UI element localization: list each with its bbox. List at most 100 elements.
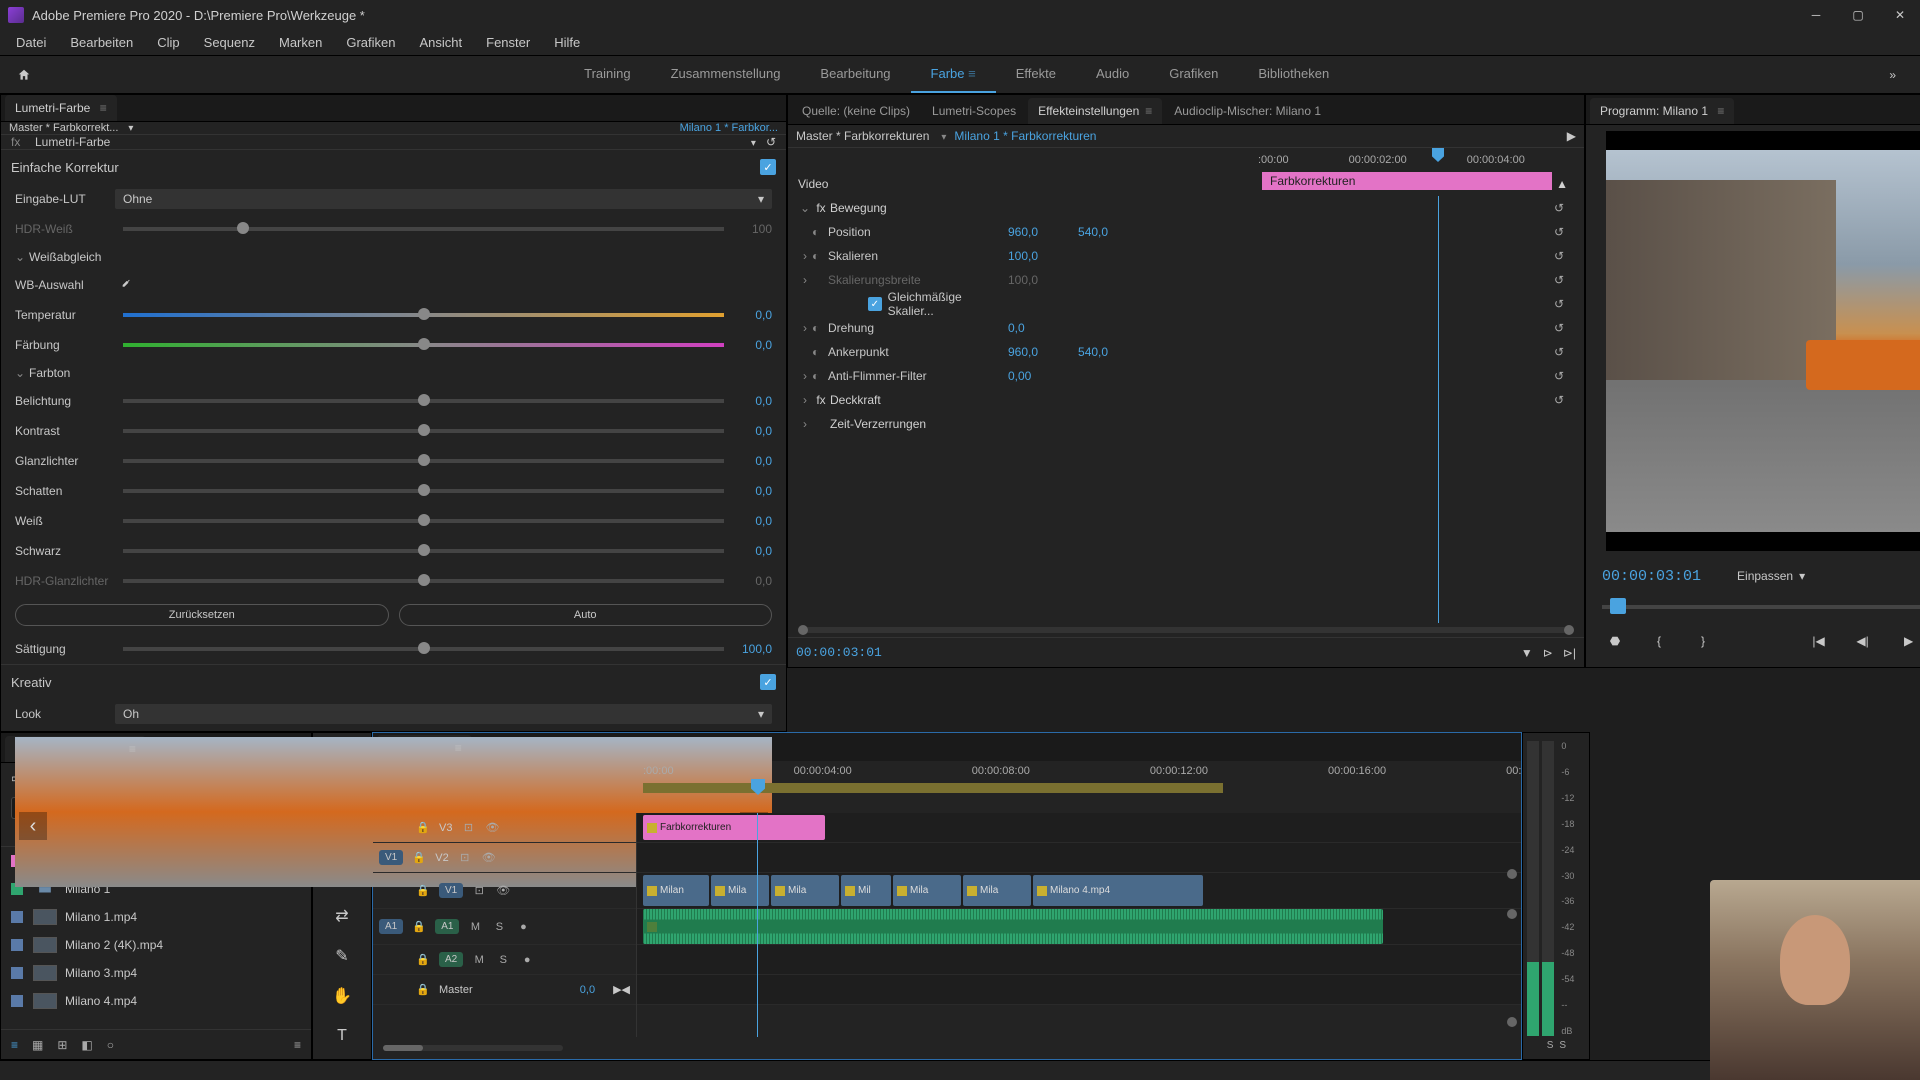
- ec-antiflicker-value[interactable]: 0,00: [1008, 369, 1031, 383]
- lum-shadows-value[interactable]: 0,0: [732, 484, 772, 498]
- sync-lock-icon[interactable]: ⊡: [471, 884, 487, 897]
- fx-badge-icon[interactable]: fx: [812, 393, 830, 407]
- eye-icon[interactable]: 👁: [495, 884, 511, 897]
- lum-sequence[interactable]: Milano 1 * Farbkor...: [680, 122, 778, 134]
- ec-clip-bar[interactable]: Farbkorrekturen: [1262, 172, 1552, 190]
- solo-button[interactable]: S: [491, 921, 507, 933]
- type-tool[interactable]: T: [327, 1021, 357, 1051]
- section-enable-checkbox[interactable]: ✓: [760, 674, 776, 690]
- fx-badge-icon[interactable]: fx: [812, 201, 830, 215]
- stopwatch-icon[interactable]: ◐: [812, 345, 828, 359]
- menu-ansicht[interactable]: Ansicht: [407, 31, 474, 54]
- timeline-clip[interactable]: Mil: [841, 875, 891, 906]
- section-enable-checkbox[interactable]: ✓: [760, 159, 776, 175]
- toggle-icon[interactable]: ›: [798, 417, 812, 431]
- ec-position-y[interactable]: 540,0: [1078, 225, 1108, 239]
- lum-look-dropdown[interactable]: Oh▾: [115, 704, 772, 724]
- program-scrubber[interactable]: [1602, 595, 1920, 619]
- lum-whitebalance-header[interactable]: ⌄Weißabgleich: [1, 244, 786, 270]
- meter-solo-l[interactable]: S: [1547, 1040, 1554, 1051]
- timeline-clip[interactable]: Mila: [893, 875, 961, 906]
- menu-grafiken[interactable]: Grafiken: [334, 31, 407, 54]
- timeline-clip-adjustment[interactable]: Farbkorrekturen: [643, 815, 825, 840]
- stopwatch-icon[interactable]: ◐: [812, 225, 828, 239]
- lum-tone-header[interactable]: ⌄Farbton: [1, 360, 786, 386]
- track-label-v3[interactable]: V3: [439, 822, 452, 834]
- timeline-ruler[interactable]: :00:00 00:00:04:00 00:00:08:00 00:00:12:…: [637, 761, 1521, 813]
- lum-saturation-value[interactable]: 100,0: [732, 642, 772, 656]
- freeform-view-icon[interactable]: ⊞: [57, 1038, 67, 1052]
- timeline-clip[interactable]: Mila: [771, 875, 839, 906]
- lum-blacks-value[interactable]: 0,0: [732, 544, 772, 558]
- home-icon[interactable]: [8, 59, 40, 91]
- project-item[interactable]: Milano 4.mp4: [1, 987, 311, 1015]
- track-label-v1[interactable]: V1: [439, 883, 463, 898]
- ec-motion[interactable]: Bewegung: [830, 201, 1010, 215]
- project-item[interactable]: Milano 1.mp4: [1, 903, 311, 931]
- menu-clip[interactable]: Clip: [145, 31, 191, 54]
- track-label-v2[interactable]: V2: [435, 852, 448, 864]
- toggle-icon[interactable]: ›: [798, 249, 812, 263]
- ec-master-clip[interactable]: Master * Farbkorrekturen: [796, 129, 929, 143]
- lum-highlights-value[interactable]: 0,0: [732, 454, 772, 468]
- timeline-clip[interactable]: Milan: [643, 875, 709, 906]
- track-label-a1[interactable]: A1: [435, 919, 459, 934]
- menu-datei[interactable]: Datei: [4, 31, 58, 54]
- ec-filter-icon[interactable]: ▼: [1521, 646, 1533, 660]
- meter-solo-r[interactable]: S: [1559, 1040, 1566, 1051]
- track-scroll-handle[interactable]: [1507, 1017, 1517, 1027]
- project-item[interactable]: Milano 2 (4K).mp4: [1, 931, 311, 959]
- menu-fenster[interactable]: Fenster: [474, 31, 542, 54]
- timeline-clip[interactable]: Mila: [963, 875, 1031, 906]
- panel-menu-icon[interactable]: ≡: [294, 1038, 301, 1052]
- program-fit-dropdown[interactable]: Einpassen▾: [1737, 569, 1805, 583]
- record-icon[interactable]: ●: [515, 921, 531, 933]
- uniform-scale-checkbox[interactable]: ✓: [868, 297, 882, 311]
- lum-inputlut-dropdown[interactable]: Ohne▾: [115, 189, 772, 209]
- workspace-grafiken[interactable]: Grafiken: [1149, 56, 1238, 93]
- reset-icon[interactable]: ↺: [766, 135, 776, 149]
- solo-button[interactable]: S: [495, 954, 511, 966]
- workspace-audio[interactable]: Audio: [1076, 56, 1149, 93]
- workspace-bearbeitung[interactable]: Bearbeitung: [800, 56, 910, 93]
- menu-sequenz[interactable]: Sequenz: [192, 31, 267, 54]
- marker-icon[interactable]: ⬣: [1602, 628, 1628, 654]
- lock-icon[interactable]: 🔒: [415, 983, 431, 996]
- stopwatch-icon[interactable]: ◐: [812, 321, 828, 335]
- workspace-overflow-icon[interactable]: »: [1873, 68, 1912, 82]
- mark-out-icon[interactable]: }: [1690, 628, 1716, 654]
- tab-quelle[interactable]: Quelle: (keine Clips): [792, 98, 920, 124]
- toggle-icon[interactable]: ›: [798, 393, 812, 407]
- list-view-icon[interactable]: ≡: [11, 1038, 18, 1052]
- hand-tool[interactable]: ✋: [327, 981, 357, 1011]
- program-video-frame[interactable]: [1606, 131, 1920, 551]
- lum-shadows-slider[interactable]: [123, 489, 724, 493]
- lum-temp-slider[interactable]: [123, 313, 724, 317]
- slip-tool[interactable]: ⇄: [327, 901, 357, 931]
- lum-contrast-value[interactable]: 0,0: [732, 424, 772, 438]
- ec-opacity[interactable]: Deckkraft: [830, 393, 1010, 407]
- lum-reset-button[interactable]: Zurücksetzen: [15, 604, 389, 626]
- ec-scale-value[interactable]: 100,0: [1008, 249, 1038, 263]
- lock-icon[interactable]: 🔒: [415, 884, 431, 897]
- lum-blacks-slider[interactable]: [123, 549, 724, 553]
- ec-anchor-x[interactable]: 960,0: [1008, 345, 1038, 359]
- menu-hilfe[interactable]: Hilfe: [542, 31, 592, 54]
- ec-current-time[interactable]: 00:00:03:01: [796, 645, 882, 660]
- lum-saturation-slider[interactable]: [123, 647, 724, 651]
- lum-tint-value[interactable]: 0,0: [732, 338, 772, 352]
- icon-view-icon[interactable]: ▦: [32, 1038, 43, 1052]
- ec-timeremap[interactable]: Zeit-Verzerrungen: [830, 417, 1010, 431]
- stopwatch-icon[interactable]: ◐: [812, 369, 828, 383]
- tab-audioclip-mischer[interactable]: Audioclip-Mischer: Milano 1: [1164, 98, 1331, 124]
- lum-section-basic[interactable]: Einfache Korrektur ✓: [1, 150, 786, 184]
- lock-icon[interactable]: 🔒: [411, 851, 427, 864]
- ec-play-icon[interactable]: ▶: [1567, 129, 1576, 143]
- source-a1-badge[interactable]: A1: [379, 919, 403, 934]
- prev-look-icon[interactable]: ‹: [19, 812, 47, 840]
- tab-lumetri-scopes[interactable]: Lumetri-Scopes: [922, 98, 1026, 124]
- reset-icon[interactable]: ↺: [1554, 249, 1574, 263]
- mark-in-icon[interactable]: {: [1646, 628, 1672, 654]
- timeline-clip[interactable]: Milano 4.mp4: [1033, 875, 1203, 906]
- reset-icon[interactable]: ↺: [1554, 393, 1574, 407]
